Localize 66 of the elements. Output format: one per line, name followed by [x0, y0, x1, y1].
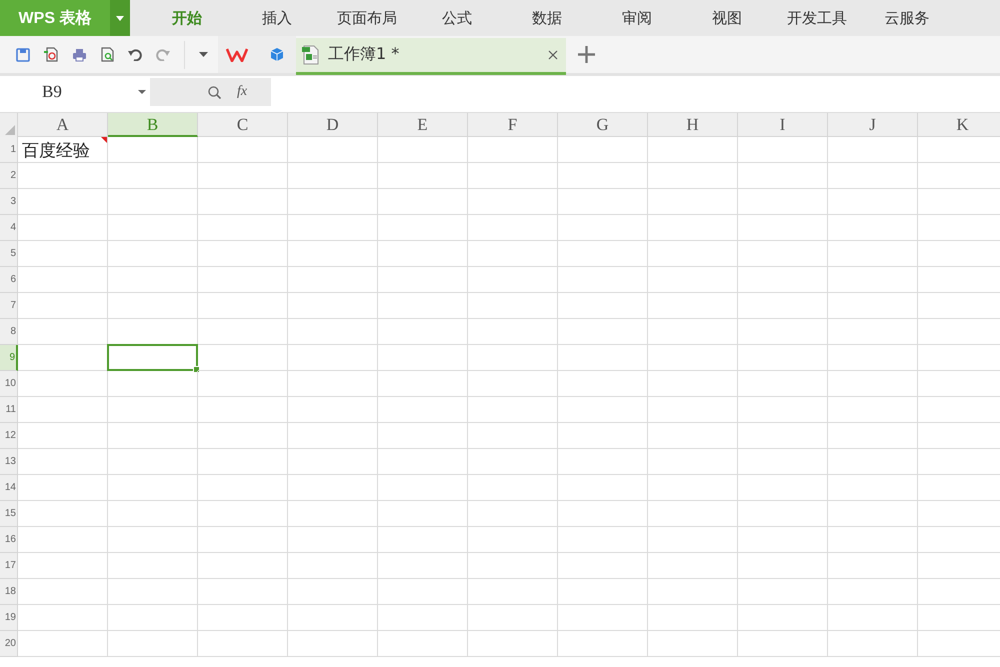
column-header[interactable]: F: [468, 113, 558, 137]
row-header[interactable]: 18: [0, 579, 18, 605]
row-header[interactable]: 8: [0, 319, 18, 345]
print-icon[interactable]: [72, 48, 87, 62]
column-header[interactable]: J: [828, 113, 918, 137]
cell-reference: B9: [42, 82, 62, 102]
column-header[interactable]: B: [108, 113, 198, 137]
row-header[interactable]: 6: [0, 267, 18, 293]
corner-triangle-icon: [5, 125, 15, 135]
row-header[interactable]: 5: [0, 241, 18, 267]
menu-tab[interactable]: 云服务: [862, 8, 952, 28]
row-header[interactable]: 4: [0, 215, 18, 241]
menu-tab[interactable]: 数据: [502, 8, 592, 28]
menu-tab[interactable]: 视图: [682, 8, 772, 28]
app-dropdown-button[interactable]: [110, 0, 130, 36]
name-box[interactable]: B9: [0, 78, 150, 106]
column-header[interactable]: D: [288, 113, 378, 137]
menu-tab[interactable]: 插入: [232, 8, 322, 28]
zoom-icon[interactable]: [208, 86, 221, 98]
w-logo-icon[interactable]: [226, 48, 248, 62]
app-menu-button[interactable]: WPS 表格: [0, 0, 110, 36]
column-header[interactable]: H: [648, 113, 738, 137]
undo-icon[interactable]: [128, 48, 142, 60]
grid-cell[interactable]: 百度经验: [18, 137, 108, 163]
dropdown-caret-icon[interactable]: [199, 52, 208, 57]
column-header[interactable]: I: [738, 113, 828, 137]
print-preview-icon[interactable]: [101, 47, 114, 62]
add-tab-icon[interactable]: [578, 46, 595, 63]
row-header[interactable]: 19: [0, 605, 18, 631]
column-header[interactable]: G: [558, 113, 648, 137]
row-header[interactable]: 17: [0, 553, 18, 579]
row-header[interactable]: 14: [0, 475, 18, 501]
redo-icon[interactable]: [156, 48, 170, 60]
row-header[interactable]: 16: [0, 527, 18, 553]
select-all-button[interactable]: [0, 113, 18, 137]
row-header[interactable]: 9: [0, 345, 18, 371]
document-title: 工作簿1 *: [328, 44, 400, 65]
function-button[interactable]: fx: [237, 84, 248, 100]
column-header[interactable]: E: [378, 113, 468, 137]
caret-icon: [138, 90, 146, 94]
column-header[interactable]: K: [918, 113, 1000, 137]
close-icon[interactable]: [548, 50, 558, 60]
menu-tab[interactable]: 开始: [142, 8, 232, 28]
cell-text: 百度经验: [22, 140, 90, 162]
row-header[interactable]: 10: [0, 371, 18, 397]
caret-icon: [116, 16, 124, 20]
column-header[interactable]: C: [198, 113, 288, 137]
menu-tab[interactable]: 开发工具: [772, 8, 862, 28]
cube-icon[interactable]: [270, 47, 284, 62]
menu-tab[interactable]: 页面布局: [322, 8, 412, 28]
save-icon[interactable]: [16, 48, 30, 62]
row-header[interactable]: 13: [0, 449, 18, 475]
row-header[interactable]: 12: [0, 423, 18, 449]
row-header[interactable]: 15: [0, 501, 18, 527]
export-icon[interactable]: [44, 47, 58, 62]
spreadsheet-file-icon: [302, 44, 320, 64]
menu-tab[interactable]: 审阅: [592, 8, 682, 28]
menu-tab[interactable]: 公式: [412, 8, 502, 28]
row-header[interactable]: 20: [0, 631, 18, 657]
row-header[interactable]: 3: [0, 189, 18, 215]
column-header[interactable]: A: [18, 113, 108, 137]
document-tab[interactable]: 工作簿1 *: [296, 38, 566, 74]
row-header[interactable]: 1: [0, 137, 18, 163]
row-header[interactable]: 7: [0, 293, 18, 319]
row-header[interactable]: 11: [0, 397, 18, 423]
row-header[interactable]: 2: [0, 163, 18, 189]
